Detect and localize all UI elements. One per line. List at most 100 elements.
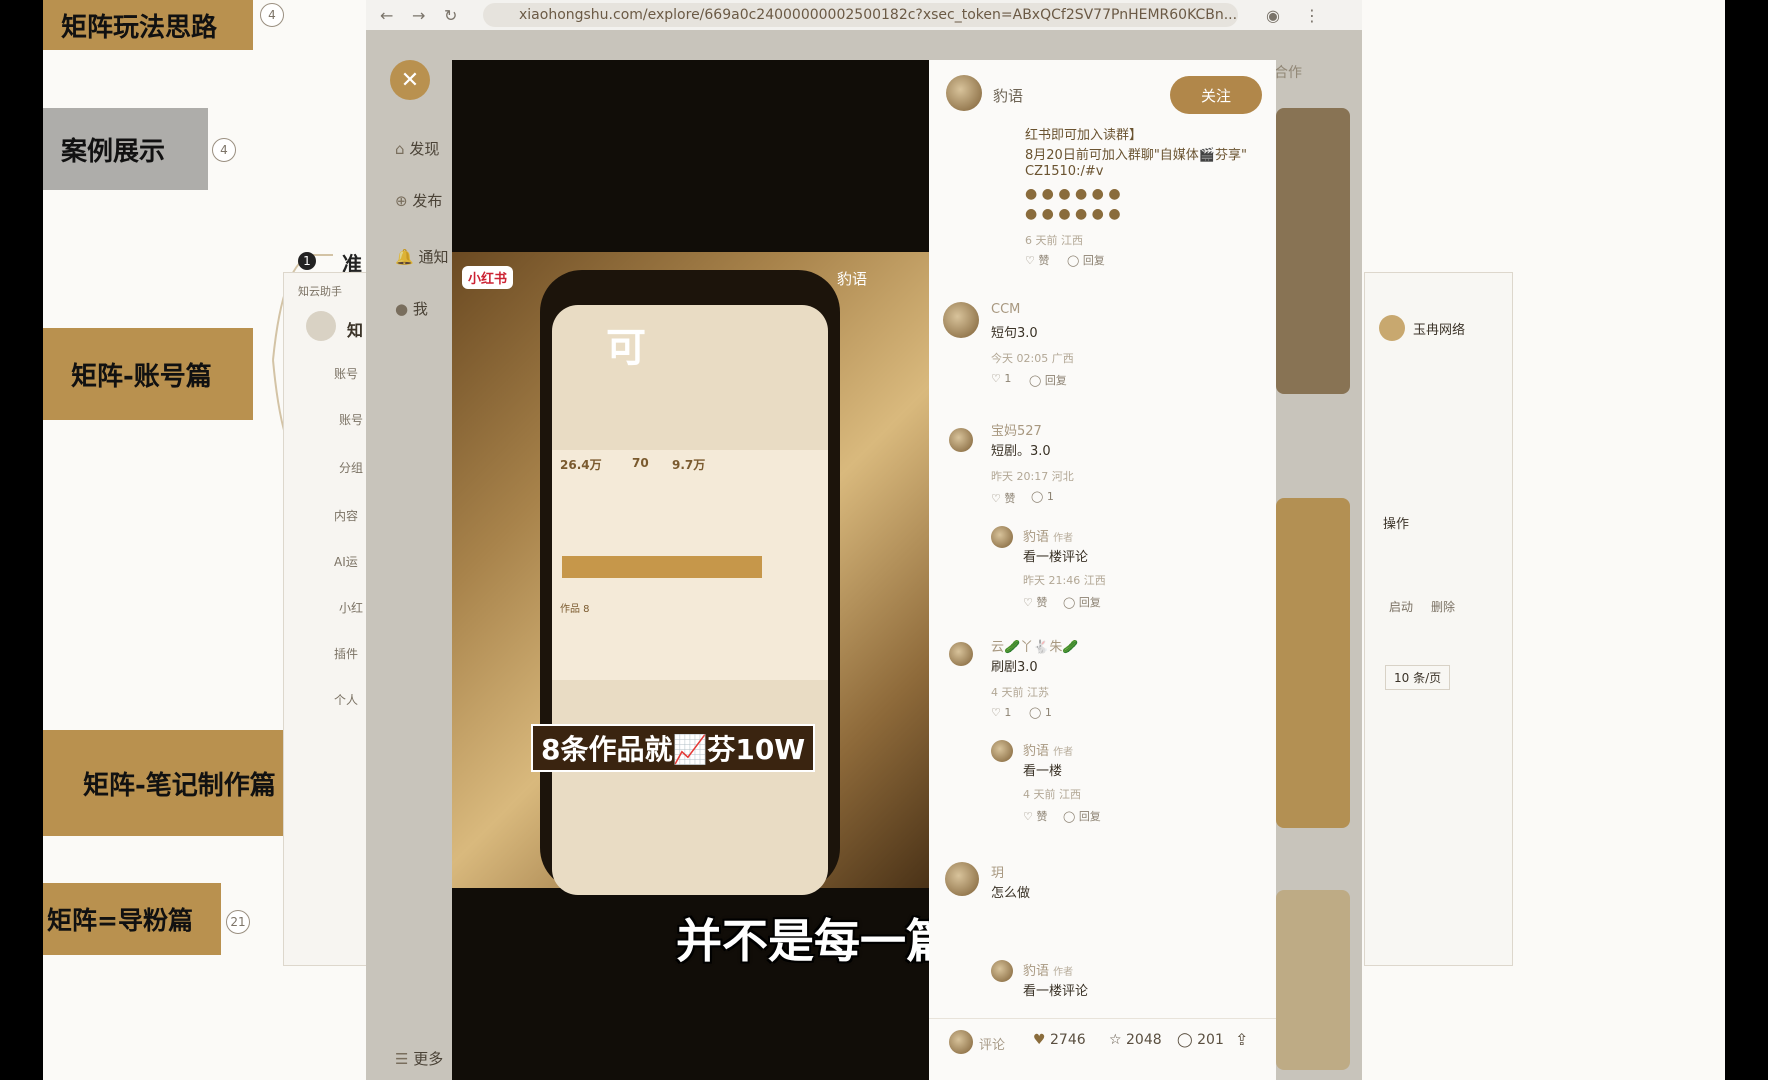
node-label: 矩阵=导粉篇 — [47, 906, 193, 935]
helper-nav-content[interactable]: 内容 — [334, 507, 358, 524]
back-icon[interactable]: ← — [380, 6, 393, 25]
like-label: 赞 — [1036, 810, 1048, 823]
node-count-badge[interactable]: 4 — [212, 138, 236, 162]
user-name[interactable]: 玉冉网络 — [1413, 319, 1465, 338]
author-avatar[interactable] — [946, 75, 982, 111]
helper-nav-ai[interactable]: AI运 — [334, 553, 358, 570]
like-action[interactable]: ♡ 赞 — [1023, 594, 1047, 610]
reply-author[interactable]: 豹语 作者 — [1023, 740, 1073, 759]
video-author-watermark: 豹语 — [837, 270, 868, 288]
comment-text: 看一楼 — [1023, 764, 1063, 779]
comment-text: 看一楼评论 — [1023, 984, 1089, 999]
comment-author[interactable]: 玥 — [991, 862, 1004, 881]
node-count-badge[interactable]: 4 — [260, 3, 284, 27]
like-button[interactable]: ♥ 2746 — [1033, 1032, 1086, 1048]
emoji-row: ● ● ● ● ● ● — [1025, 186, 1121, 202]
menu-icon[interactable]: ⋮ — [1304, 6, 1320, 25]
reply-author[interactable]: 豹语 作者 — [1023, 526, 1073, 545]
like-action[interactable]: ♡ 赞 — [991, 490, 1015, 506]
start-button[interactable]: 启动 — [1389, 598, 1413, 615]
comment-button[interactable]: ◯ 201 — [1177, 1032, 1224, 1048]
reply-action[interactable]: ◯ 1 — [1029, 706, 1052, 719]
comment-meta: 昨天 21:46 江西 — [1023, 574, 1106, 587]
like-count: 1 — [1004, 706, 1012, 719]
reply-label: 回复 — [1078, 596, 1101, 609]
like-label: 赞 — [1036, 596, 1048, 609]
node-label: 矩阵-笔记制作篇 — [83, 770, 276, 801]
author-name[interactable]: 豹语 — [993, 85, 1023, 106]
node-label: 矩阵玩法思路 — [61, 12, 218, 43]
reply-action[interactable]: ◯ 回复 — [1029, 372, 1067, 388]
node-count-badge[interactable]: 21 — [226, 910, 250, 934]
reply-avatar[interactable] — [991, 740, 1013, 762]
helper-nav-plugin[interactable]: 插件 — [334, 645, 358, 662]
heart-icon: ♥ — [1033, 1032, 1046, 1048]
comment-avatar[interactable] — [943, 302, 979, 338]
desc-line: 8月20日前可加入群聊"自媒体🎬芬享" — [1025, 148, 1247, 163]
author-tag: 作者 — [1053, 747, 1074, 758]
reply-action[interactable]: ◯ 回复 — [1063, 594, 1101, 610]
mindmap-node-traffic[interactable]: 矩阵=导粉篇 — [43, 883, 221, 955]
like-count: 1 — [1004, 372, 1012, 385]
helper-nav-group[interactable]: 分组 — [339, 459, 363, 476]
reply-action[interactable]: ◯ 1 — [1031, 490, 1054, 503]
stat-value: 9.7万 — [672, 458, 706, 472]
comment-meta: 今天 02:05 广西 — [991, 352, 1074, 365]
reply-action[interactable]: ◯ 回复 — [1067, 252, 1105, 268]
comment-text: 怎么做 — [991, 886, 1031, 901]
like-action[interactable]: ♡ 赞 — [1023, 808, 1047, 824]
helper-nav-profile[interactable]: 个人 — [334, 691, 358, 708]
forward-icon[interactable]: → — [412, 6, 425, 25]
reply-avatar[interactable] — [991, 526, 1013, 548]
reply-label: 回复 — [1078, 810, 1101, 823]
reply-avatar[interactable] — [991, 960, 1013, 982]
mindmap-node-strategy[interactable]: 矩阵玩法思路 — [43, 0, 253, 50]
phone-profile-card: 26.4万 70 9.7万 作品 8 — [552, 450, 828, 680]
collect-button[interactable]: ☆ 2048 — [1109, 1032, 1162, 1048]
node-label: 案例展示 — [61, 136, 166, 167]
comment-avatar[interactable] — [949, 642, 973, 666]
reply-action[interactable]: ◯ 回复 — [1063, 808, 1101, 824]
comment-meta: 昨天 20:17 河北 — [991, 470, 1074, 483]
comment-author[interactable]: 云🥒丫🐇朱🥒 — [991, 636, 1079, 655]
comment-input[interactable]: 评论 — [979, 1034, 1005, 1053]
profile-icon[interactable]: ◉ — [1266, 6, 1280, 25]
helper-logo — [306, 311, 336, 341]
like-action[interactable]: ♡ 1 — [991, 706, 1011, 719]
helper-nav-account-sub[interactable]: 账号 — [339, 411, 363, 428]
comment-author[interactable]: 宝妈527 — [991, 420, 1042, 439]
phone-title: 可 — [606, 325, 646, 371]
mindmap-node-cases[interactable]: 案例展示 — [43, 108, 208, 190]
star-icon: ☆ — [1109, 1032, 1122, 1048]
sub-index-badge: 1 — [298, 252, 316, 270]
comment-author[interactable]: CCM — [991, 302, 1020, 317]
mindmap-node-notes[interactable]: 矩阵-笔记制作篇 — [43, 730, 283, 836]
author-name: 豹语 — [1023, 530, 1050, 545]
reply-author[interactable]: 豹语 作者 — [1023, 960, 1073, 979]
reload-icon[interactable]: ↻ — [444, 6, 457, 25]
page-size-select[interactable]: 10 条/页 — [1385, 665, 1451, 690]
helper-nav-account[interactable]: 账号 — [334, 365, 358, 382]
comment-meta: 4 天前 江西 — [1023, 788, 1081, 801]
share-icon[interactable]: ⇪ — [1235, 1030, 1248, 1049]
desc-line: 红书即可加入读群】 — [1025, 128, 1143, 143]
my-avatar — [949, 1030, 973, 1054]
stat-value: 26.4万 — [560, 458, 602, 472]
helper-nav-xhs[interactable]: 小红 — [339, 599, 363, 616]
emoji-row: ● ● ● ● ● ● — [1025, 206, 1121, 222]
like-action[interactable]: ♡ 赞 — [1025, 252, 1049, 268]
follow-button[interactable]: 关注 — [1170, 76, 1262, 114]
comment-avatar[interactable] — [945, 862, 979, 896]
like-action[interactable]: ♡ 1 — [991, 372, 1011, 385]
delete-button[interactable]: 删除 — [1431, 598, 1455, 615]
ops-column-header: 操作 — [1383, 517, 1410, 532]
author-tag: 作者 — [1053, 967, 1074, 978]
like-label: 赞 — [1038, 254, 1050, 267]
mindmap-node-account[interactable]: 矩阵-账号篇 — [43, 328, 253, 420]
comment-avatar[interactable] — [949, 428, 973, 452]
comment-text: 刷剧3.0 — [991, 660, 1038, 675]
close-icon[interactable]: ✕ — [390, 60, 430, 100]
comment-text: 看一楼评论 — [1023, 550, 1089, 565]
address-bar[interactable]: xiaohongshu.com/explore/669a0c2400000000… — [483, 3, 1238, 27]
comment-text: 短剧。3.0 — [991, 444, 1051, 459]
